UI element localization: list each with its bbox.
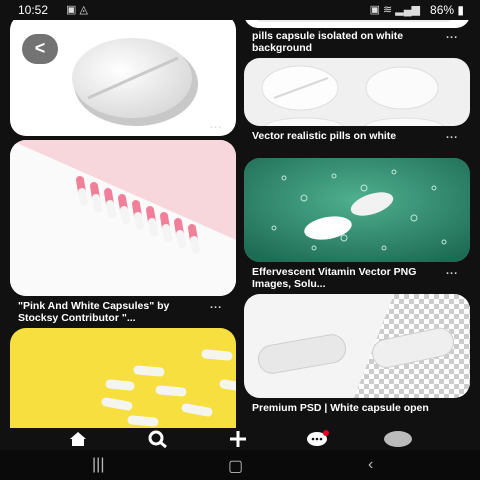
tab-search[interactable] <box>138 428 178 450</box>
chat-icon <box>307 430 329 446</box>
yellow-capsules-illustration <box>101 349 236 427</box>
pin-image-white-pill[interactable]: < <box>10 20 236 136</box>
search-icon <box>148 430 167 448</box>
more-options-button[interactable]: ... <box>446 265 458 277</box>
pin-image-pink-capsules[interactable] <box>10 140 236 296</box>
tab-home[interactable] <box>58 428 98 450</box>
pin-caption[interactable]: Premium PSD | White capsule open <box>252 402 442 414</box>
recents-icon[interactable]: ||| <box>92 456 104 474</box>
notification-icons: ▣ ◬ <box>66 4 88 16</box>
pin-caption[interactable]: Vector realistic pills on white <box>252 130 442 142</box>
more-options-button[interactable]: ... <box>446 29 458 41</box>
pin-image-capsule-open[interactable] <box>244 294 470 398</box>
status-bar: 10:52 ▣ ◬ ▣ ≋ ▂▄▆ 86% ▮ <box>0 0 480 20</box>
back-nav-icon[interactable]: ‹ <box>368 456 373 474</box>
more-options-button[interactable]: ... <box>446 129 458 141</box>
pin-caption[interactable]: White Pill <box>18 120 198 132</box>
pin-image-effervescent[interactable] <box>244 158 470 262</box>
pin-feed[interactable]: < White Pill ... "Pink And White Capsule… <box>0 20 480 428</box>
pin-caption[interactable]: "Pink And White Capsules" by Stocksy Con… <box>18 300 208 324</box>
tab-profile[interactable] <box>378 428 418 450</box>
bottom-tab-bar <box>0 428 480 450</box>
pink-capsules-illustration <box>10 140 236 296</box>
pin-caption[interactable]: Effervescent Vitamin Vector PNG Images, … <box>252 266 442 290</box>
effervescent-illustration <box>244 158 470 262</box>
battery-level: 86% <box>430 3 455 17</box>
capsule-open-illustration <box>257 294 470 398</box>
pin-image-vector-pills[interactable] <box>244 58 470 126</box>
plus-icon <box>230 431 246 447</box>
more-options-button[interactable]: ... <box>210 299 222 311</box>
battery-indicator: 86% ▮ <box>430 3 464 17</box>
system-navigation-bar: ||| ▢ ‹ <box>0 450 480 480</box>
status-time: 10:52 <box>18 3 49 17</box>
tab-create[interactable] <box>218 428 258 450</box>
back-button[interactable]: < <box>22 34 58 64</box>
pill-shape <box>254 20 454 22</box>
profile-icon <box>384 431 412 447</box>
home-icon <box>70 432 86 446</box>
pin-caption[interactable]: pills capsule isolated on white backgrou… <box>252 30 442 54</box>
tab-messages[interactable] <box>298 428 338 450</box>
pin-image-yellow-capsules[interactable] <box>10 328 236 428</box>
home-nav-icon[interactable]: ▢ <box>228 456 243 476</box>
pin-image-pills-capsule[interactable] <box>244 20 470 28</box>
signal-icons: ▣ ≋ ▂▄▆ <box>369 4 420 16</box>
more-options-button[interactable]: ... <box>210 119 222 131</box>
vector-pills-illustration <box>261 65 444 126</box>
